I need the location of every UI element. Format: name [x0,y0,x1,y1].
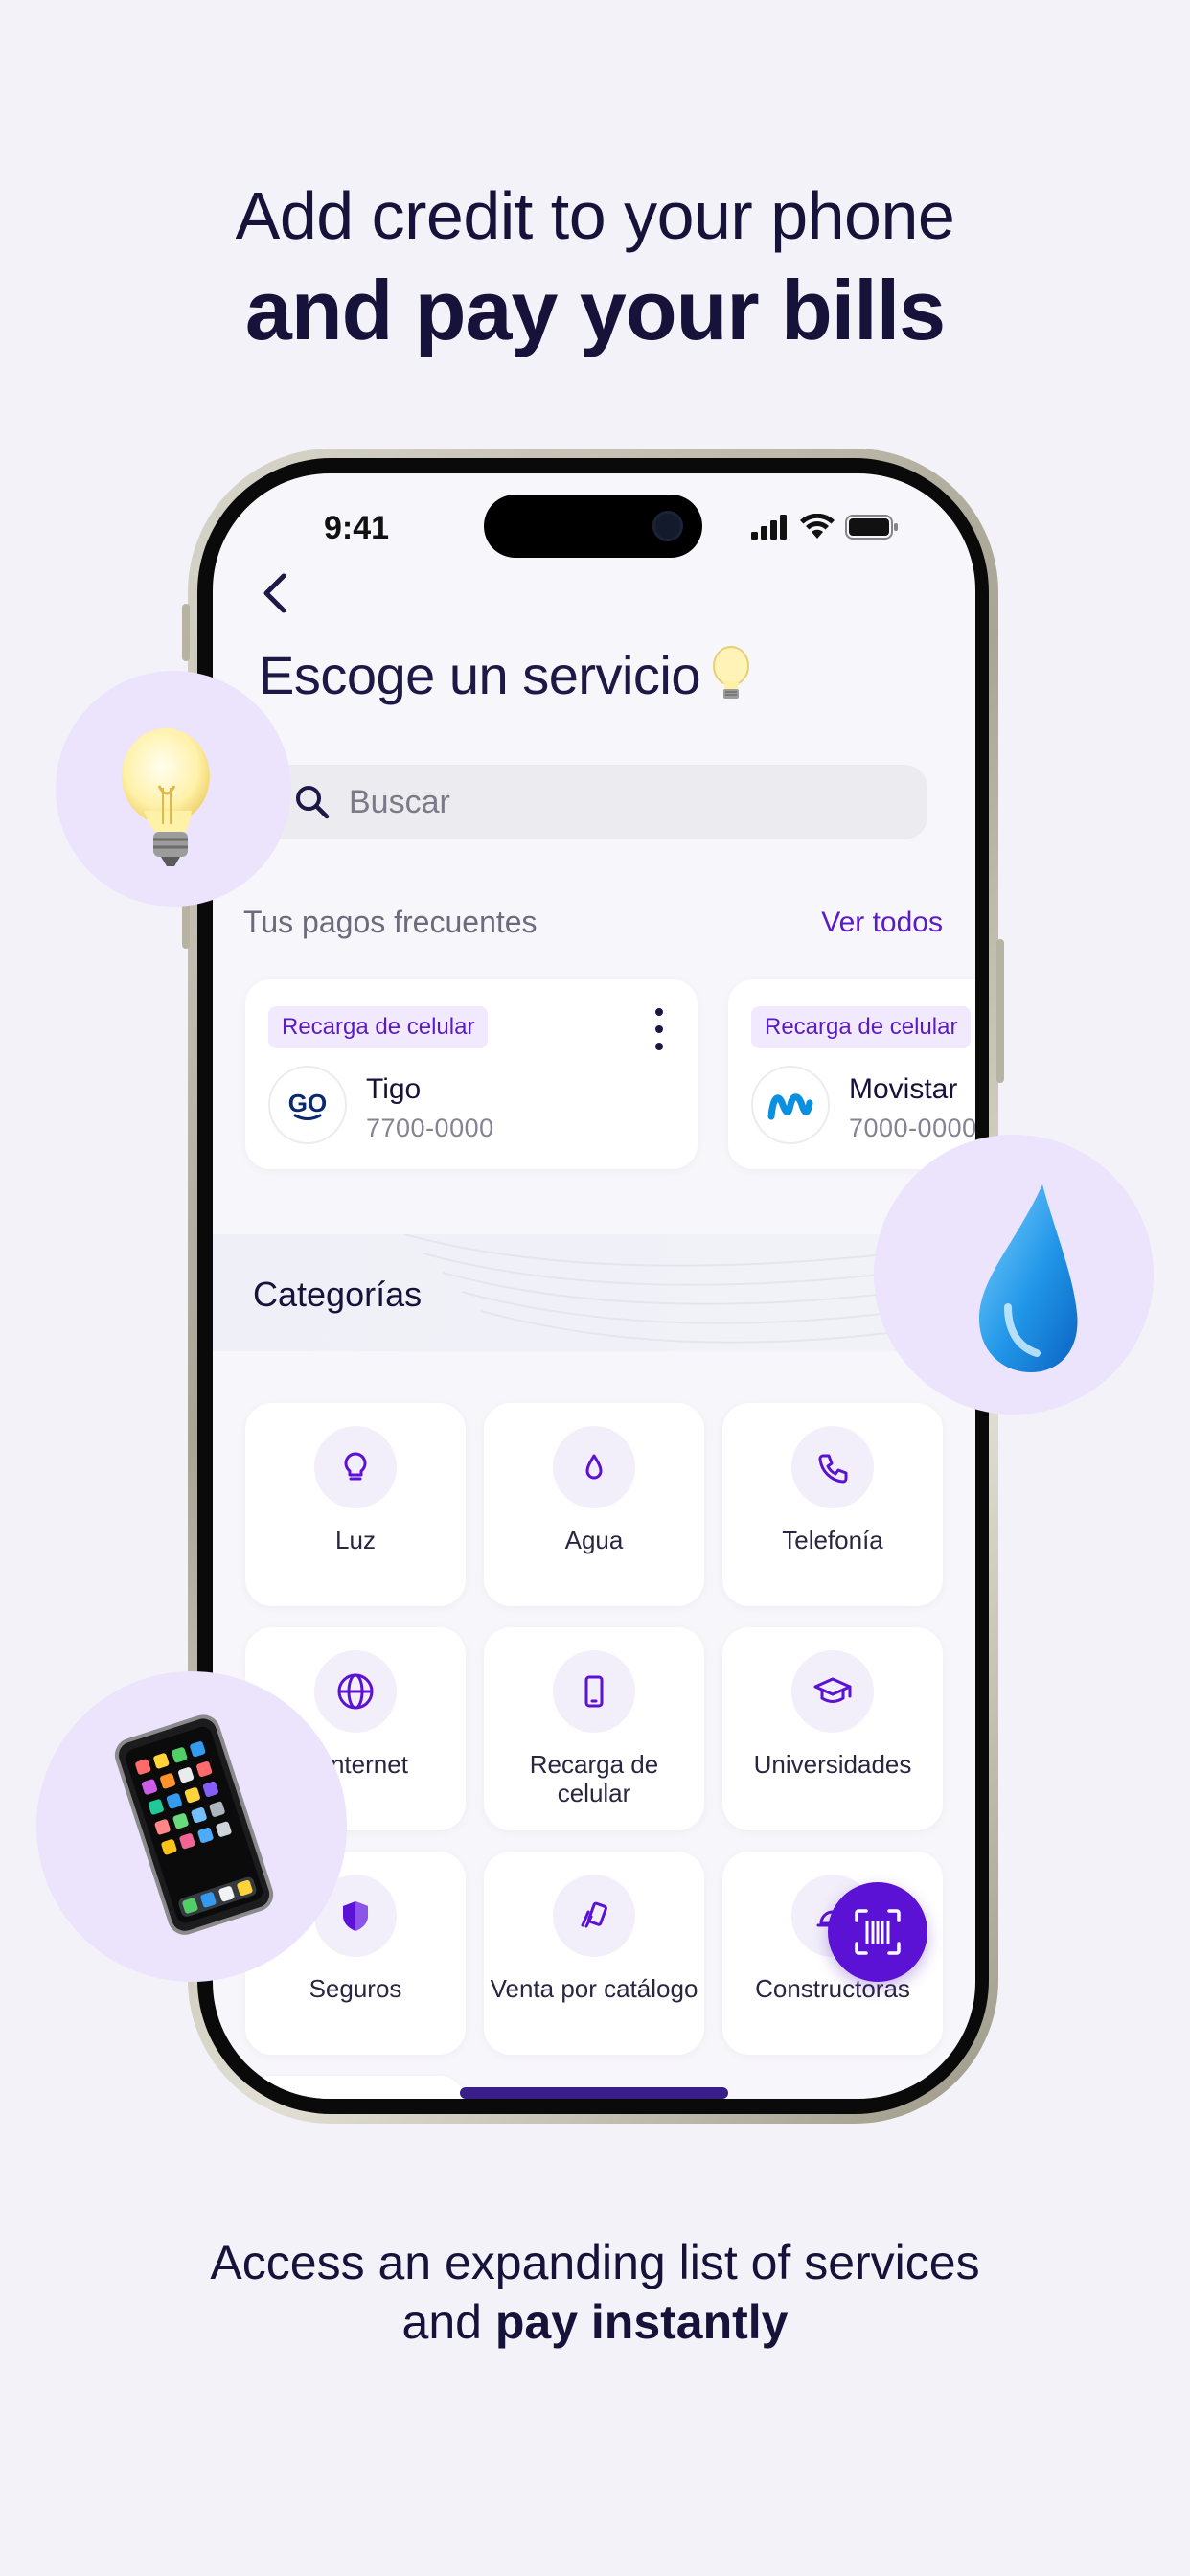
back-button[interactable] [251,569,299,617]
category-label: Venta por catálogo [490,1974,698,2003]
category-tile-agua[interactable]: Agua [484,1403,704,1606]
graduation-cap-icon [791,1650,874,1733]
footer-line-2-bold: pay instantly [494,2295,789,2349]
dynamic-island [484,494,702,558]
category-tile-telefonia[interactable]: Telefonía [722,1403,943,1606]
search-icon [296,786,330,819]
catalog-icon [553,1874,635,1957]
phone-bubble [36,1671,347,1982]
see-all-link[interactable]: Ver todos [821,907,943,939]
category-tile-recarga[interactable]: Recarga de celular [484,1627,704,1830]
status-icons [751,514,899,540]
promo-headline: Add credit to your phone and pay your bi… [0,172,1190,358]
category-tile-luz[interactable]: Luz [245,1403,466,1606]
categories-title: Categorías [253,1275,423,1314]
status-time: 9:41 [324,510,390,546]
category-label: Recarga de celular [529,1750,659,1807]
lightbulb-icon [314,1426,397,1508]
category-tile-universidades[interactable]: Universidades [722,1627,943,1830]
signal-icon [751,515,787,540]
phone-power-button [996,939,1004,1083]
footer-line-1: Access an expanding list of services [210,2236,980,2289]
tigo-logo-icon: GO [268,1066,347,1144]
category-label: Constructoras [755,1974,910,2003]
footer-line-2-prefix: and [401,2295,495,2349]
promo-footer: Access an expanding list of services and… [0,2233,1190,2352]
page-title: Escoge un servicio [259,644,752,715]
category-label: Universidades [753,1750,912,1779]
provider-name: Tigo [366,1073,422,1105]
category-label: Luz [335,1526,376,1554]
battery-icon [845,515,898,540]
light-bulb-icon [710,645,752,715]
light-bulb-emoji [122,728,210,866]
water-drop-icon [553,1426,635,1508]
more-options-button[interactable] [650,1008,669,1050]
scan-barcode-button[interactable] [828,1882,927,1982]
mobile-icon [553,1650,635,1733]
search-input[interactable] [349,783,885,821]
phone-number: 7700-0000 [366,1114,494,1142]
category-label: Telefonía [782,1526,883,1554]
page-title-text: Escoge un servicio [259,645,701,705]
water-drop-emoji [979,1184,1078,1372]
footer-line-2: and pay instantly [0,2292,1190,2352]
mobile-phone-emoji [114,1714,274,1935]
front-camera [652,511,683,541]
service-tag: Recarga de celular [751,1006,972,1048]
barcode-scan-icon [855,1909,901,1955]
chevron-left-icon [263,573,286,613]
phone-icon [791,1426,874,1508]
provider-name: Movistar [849,1073,958,1105]
water-bubble [874,1135,1154,1414]
phone-mute-switch [182,604,190,661]
home-indicator [460,2087,728,2099]
wifi-icon [800,514,835,539]
frequent-payments-title: Tus pagos frecuentes [243,905,538,939]
movistar-logo-icon [751,1066,830,1144]
svg-text:GO: GO [288,1089,327,1117]
headline-line-2: and pay your bills [244,263,946,357]
bulb-bubble [56,671,291,907]
headline-line-1: Add credit to your phone [235,178,955,253]
service-tag: Recarga de celular [268,1006,489,1048]
category-label: Agua [564,1526,624,1554]
category-tile-partial[interactable] [245,2076,466,2099]
category-tile-catalogo[interactable]: Venta por catálogo [484,1852,704,2055]
search-bar[interactable] [261,765,927,840]
frequent-payment-card[interactable]: Recarga de celular GO Tigo 7700-0000 [245,979,698,1169]
